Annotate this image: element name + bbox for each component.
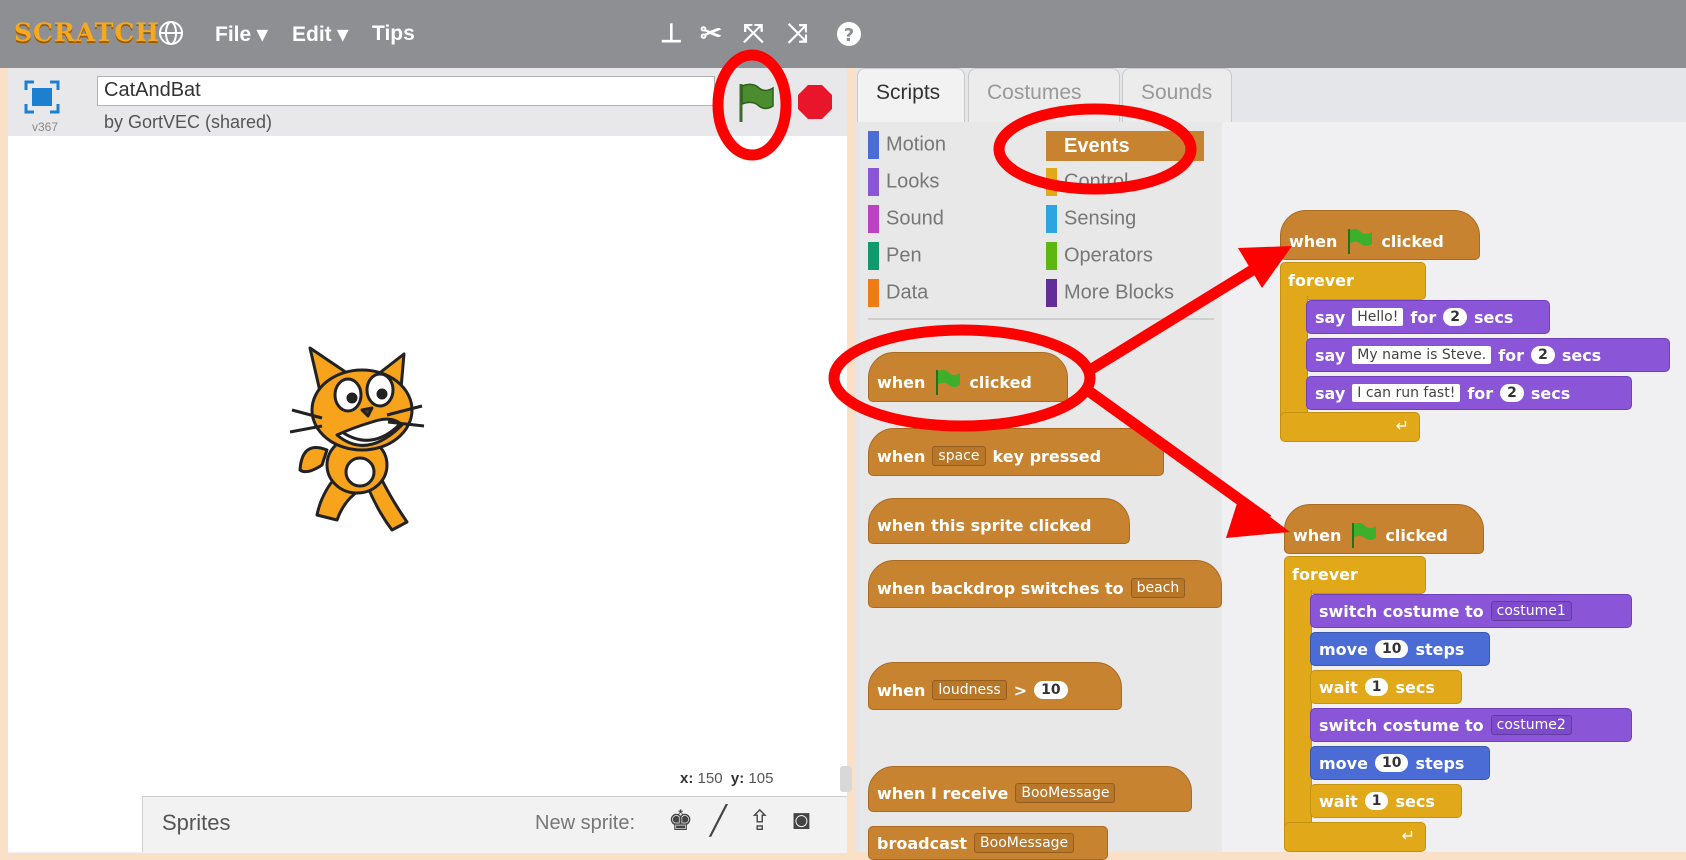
- secs-input[interactable]: 2: [1531, 346, 1555, 364]
- green-flag-icon: [1348, 228, 1373, 254]
- file-menu[interactable]: File ▾: [215, 22, 268, 47]
- stop-icon[interactable]: [797, 84, 833, 125]
- shrink-icon[interactable]: ⤨: [787, 18, 808, 50]
- category-motion[interactable]: Motion: [868, 131, 946, 161]
- category-pen[interactable]: Pen: [868, 242, 946, 272]
- script1-forever-end: ↵: [1280, 412, 1420, 442]
- globe-icon[interactable]: [158, 20, 184, 51]
- cat-sprite[interactable]: [282, 340, 452, 545]
- green-flag-icon: [1352, 522, 1377, 548]
- help-icon[interactable]: ?: [835, 20, 863, 53]
- script2-wait-2[interactable]: wait 1 secs: [1310, 784, 1462, 818]
- block-when-key-pressed[interactable]: when space key pressed: [868, 428, 1164, 476]
- stage-thumbnail-pane[interactable]: [8, 796, 143, 852]
- paint-brush-icon[interactable]: ╱: [710, 804, 727, 837]
- say-text-input[interactable]: Hello!: [1352, 308, 1404, 326]
- script2-switch-costume-1[interactable]: switch costume to costume1: [1310, 594, 1632, 628]
- script1-say-3[interactable]: say I can run fast! for 2 secs: [1306, 376, 1632, 410]
- loop-arrow-icon: ↵: [1401, 828, 1415, 845]
- category-control[interactable]: Control: [1046, 168, 1204, 198]
- script2-forever-arm: [1284, 590, 1312, 840]
- category-looks[interactable]: Looks: [868, 168, 946, 198]
- category-sound[interactable]: Sound: [868, 205, 946, 235]
- camera-icon[interactable]: ◙: [793, 804, 810, 836]
- category-divider: [868, 318, 1214, 320]
- category-operators[interactable]: Operators: [1046, 242, 1204, 272]
- costume-dropdown[interactable]: costume1: [1490, 601, 1572, 621]
- secs-input[interactable]: 2: [1500, 384, 1524, 402]
- category-sensing[interactable]: Sensing: [1046, 205, 1204, 235]
- secs-input[interactable]: 2: [1443, 308, 1467, 326]
- script2-forever-label: forever: [1292, 564, 1358, 584]
- block-when-backdrop-switches[interactable]: when backdrop switches to beach: [868, 560, 1222, 608]
- tab-costumes[interactable]: Costumes: [968, 68, 1120, 122]
- key-dropdown[interactable]: space: [932, 446, 986, 466]
- svg-text:?: ?: [844, 25, 854, 46]
- version-label: v367: [32, 120, 59, 134]
- script1-hat-when-flag-clicked[interactable]: when clicked: [1280, 210, 1480, 260]
- threshold-input[interactable]: 10: [1034, 681, 1068, 699]
- stamp-icon[interactable]: ⊥: [660, 18, 683, 49]
- upload-icon[interactable]: ⇪: [748, 804, 771, 837]
- grow-icon[interactable]: ⤧: [743, 18, 764, 50]
- block-when-sprite-clicked[interactable]: when this sprite clicked: [868, 498, 1130, 544]
- tab-sounds[interactable]: Sounds: [1122, 68, 1232, 122]
- costume-dropdown[interactable]: costume2: [1490, 715, 1572, 735]
- loop-arrow-icon: ↵: [1395, 418, 1409, 435]
- block-broadcast[interactable]: broadcast BooMessage: [868, 826, 1108, 860]
- green-flag-icon: [936, 369, 961, 395]
- script2-switch-costume-2[interactable]: switch costume to costume2: [1310, 708, 1632, 742]
- say-text-input[interactable]: My name is Steve.: [1352, 346, 1492, 364]
- stage-coordinates: x: 150 y: 105: [680, 770, 774, 787]
- wait-input[interactable]: 1: [1364, 678, 1389, 696]
- say-text-input[interactable]: I can run fast!: [1352, 384, 1461, 402]
- script2-hat-when-flag-clicked[interactable]: when clicked: [1284, 504, 1484, 554]
- scratch-logo[interactable]: SCRATCH: [14, 18, 160, 47]
- message-dropdown[interactable]: BooMessage: [1015, 783, 1116, 803]
- y-value: 105: [748, 770, 774, 787]
- block-when-flag-clicked[interactable]: when clicked: [868, 352, 1068, 402]
- script2-move-2[interactable]: move 10 steps: [1310, 746, 1490, 780]
- backdrop-dropdown[interactable]: beach: [1130, 578, 1186, 598]
- steps-input[interactable]: 10: [1374, 640, 1409, 658]
- category-data[interactable]: Data: [868, 279, 946, 309]
- broadcast-dropdown[interactable]: BooMessage: [974, 833, 1075, 853]
- script2-move-1[interactable]: move 10 steps: [1310, 632, 1490, 666]
- block-when-i-receive[interactable]: when I receive BooMessage: [868, 766, 1192, 812]
- project-author: by GortVEC (shared): [104, 112, 273, 132]
- edit-menu[interactable]: Edit ▾: [292, 22, 348, 47]
- x-value: 150: [697, 770, 723, 787]
- script2-wait-1[interactable]: wait 1 secs: [1310, 670, 1462, 704]
- wait-input[interactable]: 1: [1364, 792, 1389, 810]
- green-flag-icon[interactable]: [735, 80, 775, 129]
- steps-input[interactable]: 10: [1374, 754, 1409, 772]
- script1-forever-label: forever: [1288, 270, 1354, 290]
- sprites-label: Sprites: [162, 810, 231, 835]
- project-title-input[interactable]: CatAndBat: [97, 76, 715, 106]
- sprite-library-icon[interactable]: ♚: [668, 804, 693, 837]
- cut-icon[interactable]: ✂: [700, 18, 722, 49]
- new-sprite-label: New sprite:: [535, 812, 636, 834]
- tips-menu[interactable]: Tips: [372, 22, 415, 46]
- stage-collapse-handle[interactable]: [840, 766, 852, 792]
- sensor-dropdown[interactable]: loudness: [932, 680, 1007, 700]
- script1-say-2[interactable]: say My name is Steve. for 2 secs: [1306, 338, 1670, 372]
- script2-forever-end: ↵: [1284, 822, 1426, 852]
- script1-say-1[interactable]: say Hello! for 2 secs: [1306, 300, 1550, 334]
- fullscreen-icon[interactable]: [24, 80, 60, 114]
- block-when-loudness[interactable]: when loudness >10: [868, 662, 1122, 710]
- category-events[interactable]: Events: [1046, 131, 1204, 161]
- category-more-blocks[interactable]: More Blocks: [1046, 279, 1204, 309]
- tab-scripts[interactable]: Scripts: [857, 68, 965, 122]
